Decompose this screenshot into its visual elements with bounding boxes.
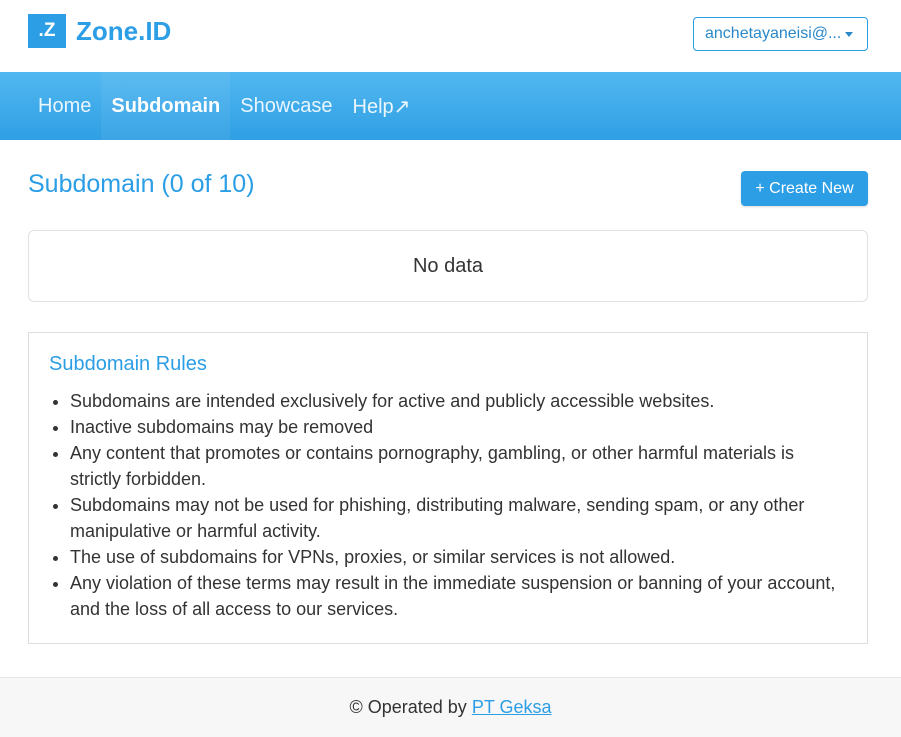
rules-panel: Subdomain Rules Subdomains are intended …: [28, 332, 868, 644]
logo[interactable]: .Z Zone.ID: [28, 14, 171, 48]
empty-state-panel: No data: [28, 230, 868, 302]
caret-down-icon: [845, 31, 854, 37]
rules-list: Subdomains are intended exclusively for …: [49, 388, 847, 622]
account-dropdown-button[interactable]: anchetayaneisi@...: [693, 17, 868, 51]
logo-text: Zone.ID: [76, 15, 172, 46]
nav-item-showcase[interactable]: Showcase: [230, 72, 342, 140]
rules-title: Subdomain Rules: [49, 353, 207, 375]
footer-prefix: © Operated by: [349, 697, 467, 717]
main-nav: Home Subdomain Showcase Help↗: [0, 72, 901, 140]
footer-link-pt-geksa[interactable]: PT Geksa: [472, 697, 552, 718]
create-new-button[interactable]: + Create New: [741, 171, 868, 206]
footer: © Operated by PT Geksa: [0, 677, 901, 737]
rule-item: The use of subdomains for VPNs, proxies,…: [70, 544, 847, 570]
nav-item-home[interactable]: Home: [28, 72, 101, 140]
top-bar: .Z Zone.ID anchetayaneisi@...: [0, 0, 901, 72]
page-title: Subdomain (0 of 10): [28, 170, 255, 198]
nav-item-help[interactable]: Help↗: [343, 72, 421, 140]
empty-state-text: No data: [412, 254, 484, 277]
account-label: anchetayaneisi@...: [705, 25, 842, 42]
rule-item: Any content that promotes or contains po…: [70, 440, 847, 492]
rule-item: Inactive subdomains may be removed: [70, 414, 847, 440]
rule-item: Subdomains are intended exclusively for …: [70, 388, 847, 414]
logo-mark: .Z: [28, 14, 66, 48]
rule-item: Subdomains may not be used for phishing,…: [70, 492, 847, 544]
nav-item-subdomain[interactable]: Subdomain: [101, 72, 231, 140]
rule-item: Any violation of these terms may result …: [70, 570, 847, 622]
